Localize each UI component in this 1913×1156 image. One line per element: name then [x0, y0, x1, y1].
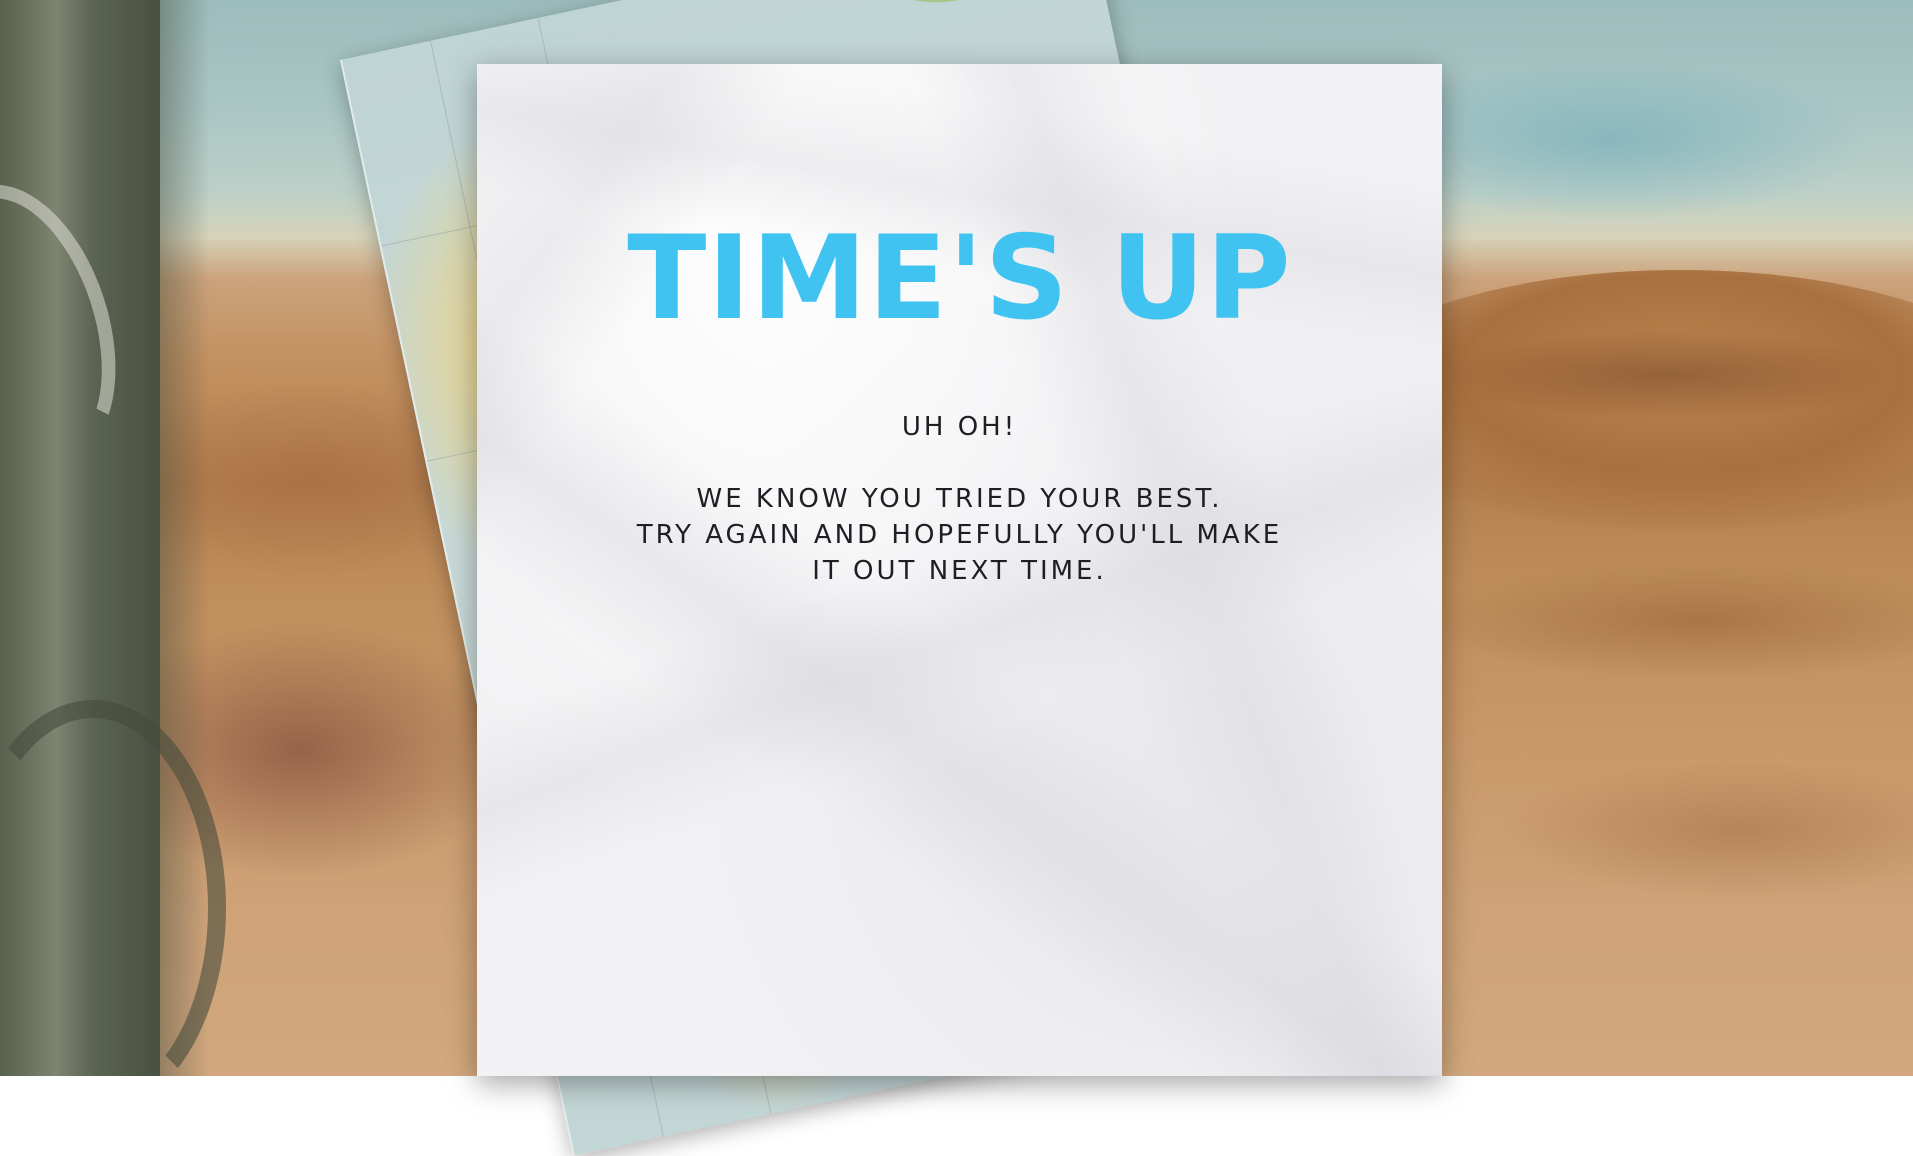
- message-line: TRY AGAIN AND HOPEFULLY YOU'LL MAKE: [636, 520, 1283, 550]
- sand-dune: [1420, 560, 1913, 680]
- sand-dune: [1440, 330, 1900, 420]
- times-up-title: TIME'S UP: [627, 211, 1292, 346]
- subtitle-text: UH OH!: [901, 412, 1018, 442]
- sand-dune: [1500, 760, 1913, 900]
- message-line: IT OUT NEXT TIME.: [812, 556, 1107, 586]
- message-line: WE KNOW YOU TRIED YOUR BEST.: [696, 484, 1223, 514]
- message-block: UH OH! WE KNOW YOU TRIED YOUR BEST. TRY …: [477, 409, 1442, 589]
- paper-card: TIME'S UP UH OH! WE KNOW YOU TRIED YOUR …: [477, 64, 1442, 1076]
- map-land-region: [870, 0, 993, 16]
